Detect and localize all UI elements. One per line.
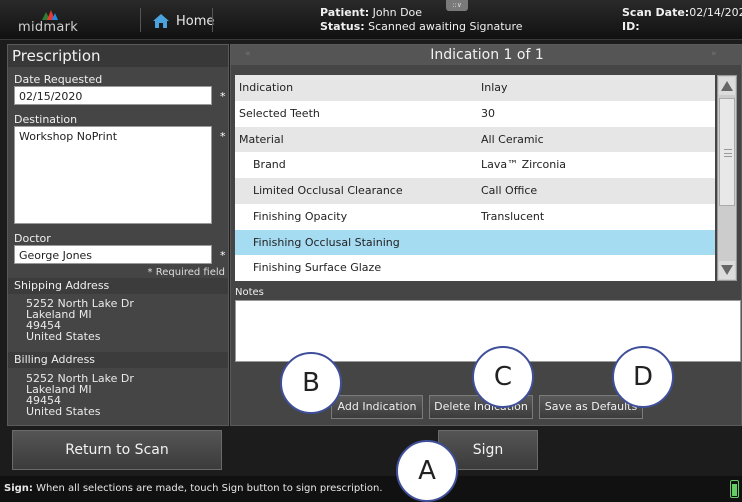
prescription-panel: Prescription Date Requested 02/15/2020 *…: [7, 44, 229, 426]
table-row[interactable]: Finishing Opacity Translucent: [235, 203, 715, 230]
triangle-up-icon: [721, 81, 733, 91]
doctor-label: Doctor: [14, 232, 51, 245]
scan-date-value: 02/14/2020: [689, 6, 742, 19]
callout-b: B: [280, 352, 342, 414]
row-label: Finishing Surface Glaze: [253, 261, 382, 275]
triangle-down-icon: [721, 265, 733, 275]
indication-table: Indication Inlay Selected Teeth 30 Material A…: [235, 75, 715, 281]
indication-title: Indication 1 of 1: [430, 47, 544, 63]
row-label: Selected Teeth: [239, 106, 320, 120]
table-scrollbar[interactable]: [717, 75, 737, 281]
add-indication-button[interactable]: Add Indication: [331, 395, 423, 419]
billing-address: 5252 North Lake Dr Lakeland MI 49454 Uni…: [26, 373, 134, 417]
billing-address-label: Billing Address: [8, 352, 228, 368]
status-key: Status:: [320, 20, 365, 33]
required-mark: *: [220, 90, 226, 103]
row-value: 30: [481, 106, 495, 120]
pull-down-handle[interactable]: ::∨: [446, 0, 468, 11]
notes-label: Notes: [235, 287, 264, 298]
table-row[interactable]: Finishing Surface Glaze: [235, 255, 715, 281]
midmark-logo: midmark: [18, 6, 108, 36]
row-label: Finishing Opacity: [253, 209, 348, 223]
logo-text: midmark: [18, 20, 79, 35]
divider: [212, 8, 213, 32]
required-field-note: * Required field: [147, 267, 225, 278]
indication-header: « Indication 1 of 1 »: [231, 45, 742, 65]
grip-icon: [724, 149, 732, 157]
id-key: ID:: [622, 20, 640, 33]
row-label: Finishing Occlusal Staining: [253, 235, 400, 249]
row-value: Call Office: [481, 184, 538, 197]
prescription-title: Prescription: [8, 45, 228, 67]
home-button[interactable]: Home: [152, 10, 214, 32]
table-row[interactable]: Material All Ceramic: [235, 126, 715, 153]
scan-date-key: Scan Date:: [622, 6, 690, 19]
row-value: Inlay: [481, 81, 508, 94]
date-requested-field[interactable]: 02/15/2020: [14, 86, 212, 105]
return-to-scan-button[interactable]: Return to Scan: [12, 430, 222, 470]
destination-field[interactable]: Workshop NoPrint: [14, 126, 212, 224]
address-line: United States: [26, 330, 101, 343]
table-row[interactable]: Finishing Occlusal Staining: [235, 229, 715, 256]
next-indication-button[interactable]: »: [711, 49, 717, 59]
date-requested-label: Date Requested: [14, 73, 103, 86]
patient-name: John Doe: [372, 6, 423, 19]
status-value: Scanned awaiting Signature: [368, 20, 523, 33]
status-message: When all selections are made, touch Sign…: [32, 483, 383, 494]
destination-label: Destination: [14, 113, 78, 126]
table-row[interactable]: Selected Teeth 30: [235, 100, 715, 127]
patient-key: Patient:: [320, 6, 370, 19]
bottom-bar: Return to Scan Sign: [0, 426, 742, 476]
table-row[interactable]: Brand Lava™ Zirconia: [235, 152, 715, 178]
home-label: Home: [176, 13, 215, 29]
row-value: Lava™ Zirconia: [481, 158, 567, 172]
shipping-address-label: Shipping Address: [8, 278, 228, 294]
row-label: Material: [239, 132, 284, 146]
logo-mark-icon: [42, 10, 58, 20]
top-bar: midmark Home Patient: John Doe Status: S…: [0, 0, 742, 40]
row-value: All Ceramic: [481, 132, 544, 146]
callout-c: C: [472, 346, 534, 408]
home-icon: [153, 14, 169, 28]
table-row[interactable]: Indication Inlay: [235, 75, 715, 101]
status-bar: Sign: When all selections are made, touc…: [0, 476, 742, 502]
shipping-address: 5252 North Lake Dr Lakeland MI 49454 Uni…: [26, 298, 134, 342]
address-line: United States: [26, 405, 101, 418]
scroll-up-button[interactable]: [719, 77, 735, 95]
required-mark: *: [220, 130, 226, 143]
row-label: Indication: [239, 81, 294, 94]
callout-a: A: [396, 440, 458, 502]
battery-icon: [730, 480, 739, 498]
status-key: Sign:: [4, 483, 33, 494]
scroll-thumb[interactable]: [719, 98, 735, 206]
row-label: Brand: [253, 158, 286, 172]
row-label: Limited Occlusal Clearance: [253, 184, 403, 197]
doctor-field[interactable]: George Jones: [14, 245, 212, 264]
table-row[interactable]: Limited Occlusal Clearance Call Office: [235, 178, 715, 204]
callout-d: D: [612, 346, 674, 408]
row-value: Translucent: [481, 209, 545, 223]
divider: [140, 8, 141, 32]
required-mark: *: [220, 249, 226, 262]
patient-info: Patient: John Doe Status: Scanned awaiti…: [320, 6, 523, 34]
scan-info: Scan Date:02/14/2020 ID:: [622, 6, 742, 34]
scroll-down-button[interactable]: [719, 261, 735, 279]
